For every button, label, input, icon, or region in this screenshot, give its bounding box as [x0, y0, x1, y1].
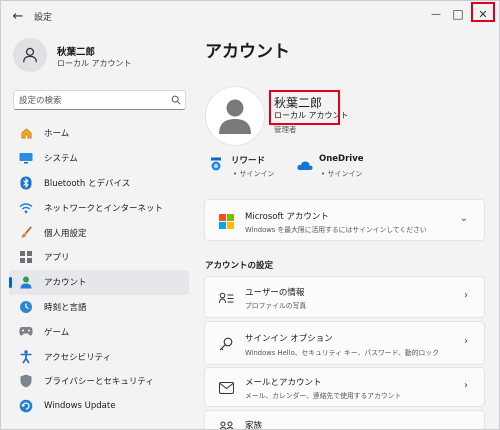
sidebar-item-label: ネットワークとインターネット	[44, 203, 164, 214]
settings-card-sign-in-options[interactable]: サインイン オプション Windows Hello、セキュリティ キー、パスワー…	[204, 321, 485, 365]
update-icon	[19, 399, 33, 413]
sidebar-item-network[interactable]: ネットワークとインターネット	[9, 195, 189, 220]
minimize-button[interactable]: —	[425, 3, 447, 25]
sidebar-item-accessibility[interactable]: アクセシビリティ	[9, 344, 189, 369]
sidebar-item-label: アカウント	[44, 278, 87, 289]
settings-card-email-accounts[interactable]: メールとアカウント メール、カレンダー、連絡先で使用するアカウント ›	[204, 367, 485, 407]
wifi-icon	[19, 201, 33, 215]
settings-card-family[interactable]: 家族	[204, 410, 485, 430]
back-arrow-icon: ←	[12, 8, 24, 24]
onedrive-icon	[297, 156, 313, 170]
maximize-icon: □	[452, 7, 464, 21]
service-status: • サインイン	[321, 170, 363, 178]
sidebar-item-label: ゲーム	[44, 327, 70, 338]
service-name: リワード	[231, 156, 266, 166]
page-title: アカウント	[205, 42, 290, 62]
main-avatar[interactable]	[205, 86, 265, 146]
card-description: プロファイルの写真	[245, 302, 307, 310]
sidebar-item-apps[interactable]: アプリ	[9, 245, 189, 270]
user-info-icon	[218, 290, 234, 306]
sidebar-user-name: 秋葉二郎	[57, 47, 96, 58]
sidebar-item-gaming[interactable]: ゲーム	[9, 319, 189, 344]
settings-card-user-info[interactable]: ユーザーの情報 プロファイルの写真 ›	[204, 276, 485, 318]
service-status: • サインイン	[233, 170, 275, 178]
sidebar-item-label: プライバシーとセキュリティ	[44, 377, 154, 388]
bluetooth-icon	[19, 176, 33, 190]
sidebar-item-privacy[interactable]: プライバシーとセキュリティ	[9, 369, 189, 394]
person-icon	[219, 99, 251, 134]
sidebar-item-label: ホーム	[44, 129, 70, 140]
card-title: サインイン オプション	[245, 334, 333, 344]
maximize-button[interactable]: □	[447, 3, 469, 25]
brush-icon	[19, 226, 33, 240]
card-description: Windows を最大限に活用するにはサインインしてください	[245, 226, 427, 234]
microsoft-account-card[interactable]: Microsoft アカウント Windows を最大限に活用するにはサインイン…	[204, 199, 485, 241]
chevron-right-icon: ›	[464, 336, 468, 347]
back-button[interactable]: ←	[9, 8, 27, 24]
app-title: 設定	[34, 13, 53, 23]
monitor-icon	[19, 151, 33, 165]
card-title: ユーザーの情報	[245, 288, 305, 298]
home-icon	[19, 126, 33, 140]
chevron-down-icon: ⌄	[459, 213, 468, 224]
search-input[interactable]: 設定の検索	[13, 90, 186, 110]
sidebar-item-system[interactable]: システム	[9, 146, 189, 171]
sidebar-item-label: 時刻と言語	[44, 302, 87, 313]
account-icon	[19, 275, 33, 289]
mail-icon	[218, 380, 234, 396]
sidebar-item-home[interactable]: ホーム	[9, 121, 189, 146]
sidebar-item-label: Bluetooth とデバイス	[44, 178, 131, 189]
settings-window: ← 設定 — □ ✕ 秋葉二郎 ローカル アカウント 設定の検索 ホーム システ…	[0, 0, 500, 430]
sidebar-item-label: 個人用設定	[44, 228, 87, 239]
microsoft-logo-icon	[218, 213, 234, 229]
title-bar: ← 設定 — □ ✕	[1, 1, 499, 31]
chevron-right-icon: ›	[464, 290, 468, 301]
family-icon	[218, 419, 234, 429]
sidebar-item-label: Windows Update	[44, 401, 116, 412]
sidebar-item-label: アクセシビリティ	[44, 352, 112, 363]
rewards-icon	[209, 156, 223, 171]
sidebar-avatar	[13, 38, 47, 72]
card-title: メールとアカウント	[245, 378, 322, 388]
sidebar-item-accounts[interactable]: アカウント	[9, 269, 189, 295]
sidebar-item-label: システム	[44, 154, 78, 165]
gamepad-icon	[19, 325, 33, 339]
shield-icon	[19, 374, 33, 388]
sidebar-item-windows-update[interactable]: Windows Update	[9, 394, 189, 419]
sidebar-item-personalization[interactable]: 個人用設定	[9, 220, 189, 245]
apps-icon	[19, 250, 33, 264]
main-account-type: ローカル アカウント	[274, 111, 349, 120]
key-icon	[218, 336, 234, 352]
main-user-role: 管理者	[274, 125, 297, 134]
sidebar-item-bluetooth[interactable]: Bluetooth とデバイス	[9, 171, 189, 196]
sidebar-account-type: ローカル アカウント	[57, 59, 132, 68]
service-onedrive[interactable]: OneDrive • サインイン	[297, 154, 387, 180]
service-name: OneDrive	[319, 154, 364, 164]
minimize-icon: —	[431, 8, 441, 20]
sidebar-item-time-language[interactable]: 時刻と言語	[9, 295, 189, 320]
search-icon	[167, 95, 185, 105]
service-rewards[interactable]: リワード • サインイン	[209, 154, 289, 180]
card-title: Microsoft アカウント	[245, 212, 329, 222]
card-description: Windows Hello、セキュリティ キー、パスワード、動的ロック	[245, 349, 439, 357]
person-icon	[23, 47, 37, 63]
sidebar-item-label: アプリ	[44, 253, 70, 264]
card-title: 家族	[245, 421, 263, 430]
accessibility-icon	[19, 349, 33, 364]
sidebar-nav: ホーム システム Bluetooth とデバイス ネットワークとインターネット …	[9, 121, 189, 419]
globe-clock-icon	[19, 300, 33, 314]
chevron-right-icon: ›	[464, 380, 468, 391]
search-placeholder: 設定の検索	[19, 96, 62, 106]
close-button[interactable]: ✕	[472, 3, 494, 25]
main-user-name: 秋葉二郎	[274, 96, 323, 110]
card-description: メール、カレンダー、連絡先で使用するアカウント	[245, 392, 402, 400]
section-title: アカウントの設定	[205, 261, 274, 271]
close-icon: ✕	[478, 7, 488, 21]
